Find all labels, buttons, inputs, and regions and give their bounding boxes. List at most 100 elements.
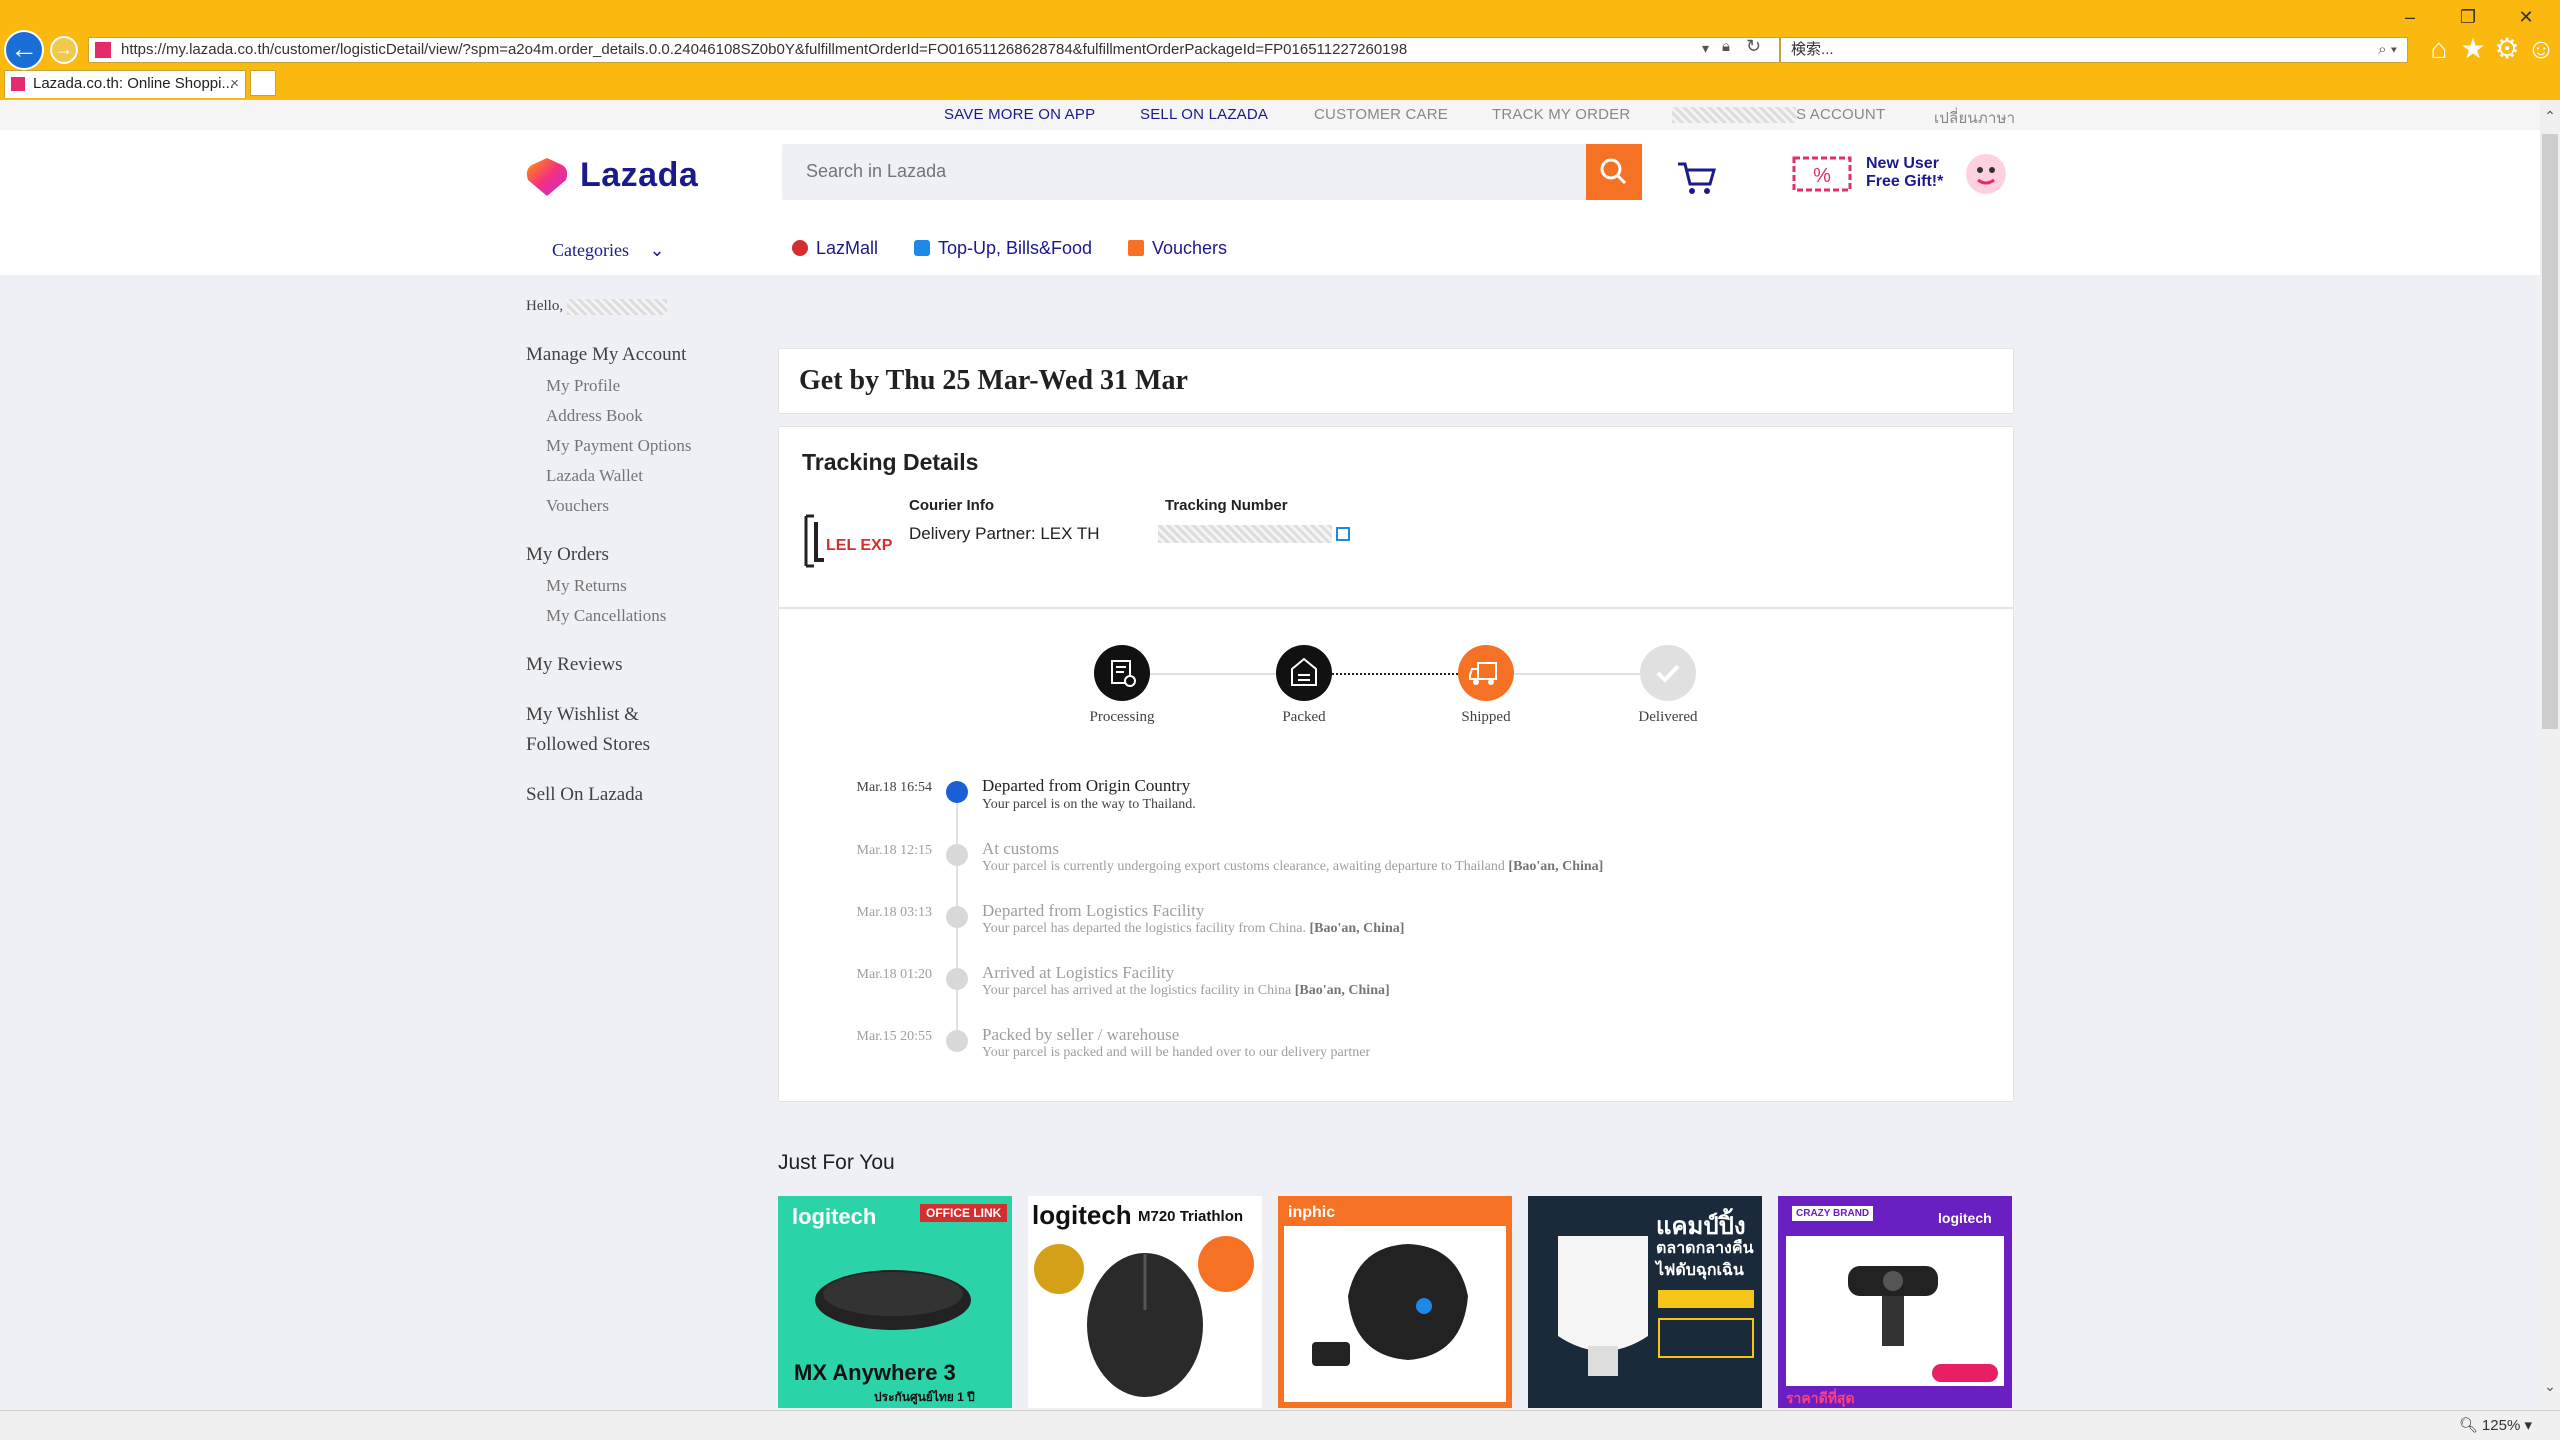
lazada-logo-text[interactable]: Lazada xyxy=(580,156,698,195)
step-label-delivered: Delivered xyxy=(1638,709,1698,725)
wishlist-link-line1[interactable]: My Wishlist & xyxy=(526,704,639,726)
redacted-name xyxy=(1672,107,1796,124)
courier-logo-text: LEL EXPRESS xyxy=(826,537,892,554)
restore-icon[interactable]: ❐ xyxy=(2448,2,2488,32)
lazada-favicon xyxy=(11,77,25,91)
tracking-number-value xyxy=(1158,525,1332,543)
product-brand: logitech xyxy=(1938,1210,1992,1226)
courier-logo: LEL EXPRESS xyxy=(804,514,892,568)
address-bar[interactable]: https://my.lazada.co.th/customer/logisti… xyxy=(88,37,1780,63)
browser-tab[interactable]: Lazada.co.th: Online Shoppi... × xyxy=(4,70,246,98)
zoom-level[interactable]: 🔍︎ 125% ▾ xyxy=(2459,1416,2532,1434)
bulb-icon xyxy=(1558,1236,1648,1376)
nav-vouchers[interactable]: Vouchers xyxy=(1128,238,1227,259)
event-time: Mar.18 12:15 xyxy=(856,843,932,858)
product-tag: CRAZY BRAND xyxy=(1792,1206,1874,1221)
nav-topup[interactable]: Top-Up, Bills&Food xyxy=(914,238,1092,259)
lazada-wallet-link[interactable]: Lazada Wallet xyxy=(546,466,643,486)
event-title: Arrived at Logistics Facility xyxy=(982,963,1175,982)
event-time: Mar.18 01:20 xyxy=(856,967,932,982)
my-profile-link[interactable]: My Profile xyxy=(546,376,620,396)
payment-options-link[interactable]: My Payment Options xyxy=(546,436,691,456)
scroll-down-icon[interactable]: ⌄ xyxy=(2540,1378,2560,1398)
scroll-up-icon[interactable]: ⌃ xyxy=(2540,108,2560,128)
track-order-link[interactable]: TRACK MY ORDER xyxy=(1492,106,1630,123)
browser-status-bar xyxy=(0,1410,2560,1440)
refresh-icon[interactable]: ↻ xyxy=(1746,36,1761,57)
event-desc: Your parcel is currently undergoing expo… xyxy=(982,859,1604,874)
zoom-icon: 🔍︎ xyxy=(2458,1417,2478,1434)
truck-icon xyxy=(1458,645,1514,701)
product-card[interactable]: inphic xyxy=(1278,1196,1512,1408)
account-link[interactable]: S ACCOUNT xyxy=(1672,106,1885,124)
mouse-icon xyxy=(1087,1253,1203,1397)
search-icon[interactable]: ⌕ ▾ xyxy=(2378,38,2397,62)
categories-label: Categories xyxy=(552,240,629,260)
dropdown-icon[interactable]: ▾ xyxy=(1702,40,1709,57)
browser-search-box[interactable]: 検索... ⌕ ▾ xyxy=(1780,37,2408,63)
sell-link[interactable]: SELL ON LAZADA xyxy=(1140,106,1268,123)
timeline-dot xyxy=(946,968,968,990)
site-search-input[interactable] xyxy=(804,160,1508,183)
new-tab-button[interactable] xyxy=(250,70,276,96)
courier-info-label: Courier Info xyxy=(909,497,994,514)
scrollbar-thumb[interactable] xyxy=(2542,134,2558,729)
timeline-dot-active xyxy=(946,781,968,803)
buy-now-badge xyxy=(1932,1364,1998,1382)
categories-menu[interactable]: Categories ⌄ xyxy=(552,240,665,261)
wishlist-link-line2[interactable]: Followed Stores xyxy=(526,734,650,756)
product-sub: ไฟดับฉุกเฉิน xyxy=(1656,1262,1744,1279)
cart-icon[interactable] xyxy=(1676,158,1716,196)
address-book-link[interactable]: Address Book xyxy=(546,406,643,426)
product-caption: MX Anywhere 3 xyxy=(794,1360,956,1385)
my-returns-link[interactable]: My Returns xyxy=(546,576,627,596)
sell-on-lazada-link[interactable]: Sell On Lazada xyxy=(526,784,643,806)
customer-care-link[interactable]: CUSTOMER CARE xyxy=(1314,106,1448,123)
step-label-processing: Processing xyxy=(1089,709,1155,725)
product-brand: logitech xyxy=(1032,1200,1132,1230)
my-reviews-link[interactable]: My Reviews xyxy=(526,654,623,676)
smiley-icon[interactable]: ☺ xyxy=(2526,34,2556,64)
forward-icon[interactable]: → xyxy=(50,36,78,64)
voucher-icon xyxy=(1128,240,1144,256)
back-icon[interactable]: ← xyxy=(4,30,44,70)
greeting: Hello, xyxy=(526,298,667,315)
tracking-number-label: Tracking Number xyxy=(1165,497,1288,514)
phone-icon xyxy=(914,240,930,256)
lazada-topbar xyxy=(0,100,2540,130)
minimize-icon[interactable]: – xyxy=(2390,2,2430,32)
url-text[interactable]: https://my.lazada.co.th/customer/logisti… xyxy=(121,38,1661,62)
processing-icon xyxy=(1094,645,1150,701)
event-time: Mar.18 16:54 xyxy=(856,780,932,795)
product-card[interactable]: logitech M720 Triathlon xyxy=(1028,1196,1262,1408)
gear-icon[interactable]: ⚙ xyxy=(2492,34,2522,64)
home-icon[interactable]: ⌂ xyxy=(2424,34,2454,64)
save-more-link[interactable]: SAVE MORE ON APP xyxy=(944,106,1095,123)
copy-icon[interactable] xyxy=(1336,527,1350,541)
lazada-favicon xyxy=(95,42,111,58)
my-cancellations-link[interactable]: My Cancellations xyxy=(546,606,666,626)
product-card[interactable]: logitech OFFICE LINK MX Anywhere 3 ประกั… xyxy=(778,1196,1012,1408)
star-icon[interactable]: ★ xyxy=(2458,34,2488,64)
nav-lazmall[interactable]: LazMall xyxy=(792,238,878,259)
tab-title: Lazada.co.th: Online Shoppi... xyxy=(33,75,234,92)
lazada-logo-icon[interactable] xyxy=(526,158,568,196)
mouse-icon xyxy=(815,1270,971,1330)
product-card[interactable]: แคมป์ปิ้ง ตลาดกลางคืน ไฟดับฉุกเฉิน xyxy=(1528,1196,1762,1408)
close-window-icon[interactable]: ✕ xyxy=(2506,2,2546,32)
product-sub: ประกันศูนย์ไทย 1 ปี xyxy=(874,1390,975,1404)
site-search-button[interactable] xyxy=(1586,144,1642,200)
manage-account-link[interactable]: Manage My Account xyxy=(526,344,686,366)
promo-text[interactable]: New User Free Gift!* xyxy=(1866,155,1976,191)
event-desc: Your parcel has departed the logistics f… xyxy=(982,921,1405,936)
language-link[interactable]: เปลี่ยนภาษา xyxy=(1934,106,2015,130)
webcam-icon xyxy=(1848,1266,1938,1346)
lock-icon[interactable]: 🔒︎ xyxy=(1722,38,1730,55)
tab-close-icon[interactable]: × xyxy=(230,71,239,97)
box-icon xyxy=(1276,645,1332,701)
vouchers-link[interactable]: Vouchers xyxy=(546,496,609,516)
browser-search-placeholder: 検索... xyxy=(1791,41,1834,58)
my-orders-link[interactable]: My Orders xyxy=(526,544,609,566)
product-card[interactable]: CRAZY BRAND logitech ราคาดีที่สุด xyxy=(1778,1196,2012,1408)
event-title: At customs xyxy=(982,839,1059,858)
